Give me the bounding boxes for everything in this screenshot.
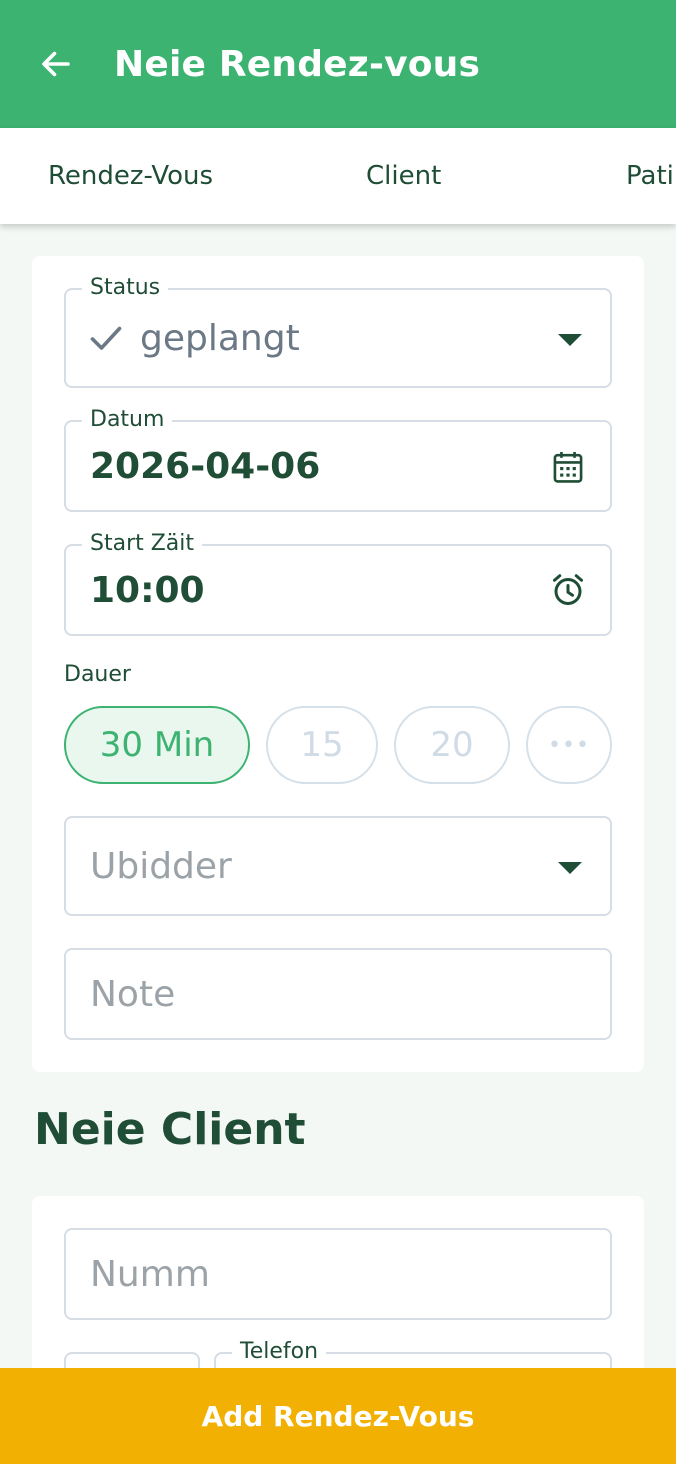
duration-chip-15[interactable]: 15 <box>266 706 378 784</box>
arrow-left-icon <box>42 51 70 77</box>
page-title: Neie Rendez-vous <box>114 43 481 85</box>
tab-client[interactable]: Client <box>366 128 441 224</box>
add-rendez-vous-button[interactable]: Add Rendez-Vous <box>0 1368 676 1464</box>
note-placeholder: Note <box>90 974 176 1015</box>
start-time-value: 10:00 <box>90 570 205 611</box>
phone-label: Telefon <box>232 1337 327 1367</box>
status-value: geplangt <box>140 318 300 359</box>
calendar-icon[interactable] <box>552 450 584 484</box>
duration-label: Dauer <box>64 662 131 687</box>
date-value: 2026-04-06 <box>90 446 321 487</box>
status-label: Status <box>82 273 169 303</box>
duration-chip-30[interactable]: 30 Min <box>64 706 250 784</box>
chevron-down-icon <box>558 334 582 346</box>
chevron-down-icon <box>558 862 582 874</box>
tab-rendez-vous[interactable]: Rendez-Vous <box>48 128 213 224</box>
note-input[interactable]: Note <box>64 948 612 1040</box>
check-icon <box>90 326 122 350</box>
provider-select[interactable]: Ubidder <box>64 816 612 916</box>
back-button[interactable] <box>28 36 84 92</box>
duration-chip-20[interactable]: 20 <box>394 706 510 784</box>
start-time-field[interactable]: Start Zäit 10:00 <box>64 529 612 636</box>
name-input[interactable]: Numm <box>64 1228 612 1320</box>
new-client-card: Numm Telefon <box>32 1196 644 1412</box>
alarm-clock-icon[interactable] <box>550 572 586 608</box>
date-field[interactable]: Datum 2026-04-06 <box>64 405 612 512</box>
tab-bar: Rendez-Vous Client Pati <box>0 128 676 224</box>
new-client-title: Neie Client <box>34 1104 306 1155</box>
name-placeholder: Numm <box>90 1254 210 1295</box>
provider-placeholder: Ubidder <box>90 846 232 887</box>
start-time-label: Start Zäit <box>82 529 203 559</box>
date-label: Datum <box>82 405 173 435</box>
tab-patient[interactable]: Pati <box>626 128 674 224</box>
more-options-chip[interactable]: ••• <box>526 706 612 784</box>
status-select[interactable]: Status geplangt <box>64 273 612 388</box>
app-bar: Neie Rendez-vous <box>0 0 676 128</box>
